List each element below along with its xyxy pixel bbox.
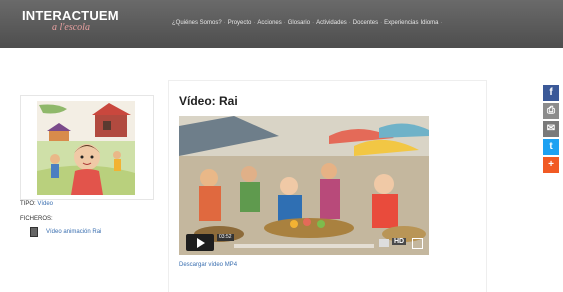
email-icon[interactable]: ✉ — [543, 121, 559, 137]
nav-item-actividades[interactable]: Actividades — [316, 20, 347, 26]
type-label: TIPO: — [20, 201, 36, 207]
video-controls: 03:52 HD — [179, 232, 429, 252]
main-nav: ¿Quiénes Somos? · Proyecto · Acciones · Glo… — [172, 20, 443, 26]
nav-item-acciones[interactable]: Acciones — [257, 20, 281, 26]
type-value-link[interactable]: Vídeo — [37, 201, 53, 207]
nav-item-glosario[interactable]: Glosario — [288, 20, 310, 26]
video-timestamp: 03:52 — [217, 234, 234, 241]
share-bar: f ⎙ ✉ t + — [543, 85, 559, 175]
download-link[interactable]: Descargar vídeo MP4 — [179, 262, 237, 268]
play-icon — [197, 238, 205, 248]
hd-toggle[interactable]: HD — [392, 238, 407, 245]
file-name-link[interactable]: Vídeo animación Rai — [46, 229, 101, 235]
fullscreen-icon[interactable] — [412, 238, 423, 249]
nav-item-docentes[interactable]: Docentes — [353, 20, 378, 26]
plus-icon[interactable]: + — [543, 157, 559, 173]
print-icon[interactable]: ⎙ — [543, 103, 559, 119]
facebook-icon[interactable]: f — [543, 85, 559, 101]
volume-icon[interactable] — [379, 239, 389, 247]
video-thumbnail[interactable] — [37, 101, 135, 195]
logo-main-text: INTERACTUEM — [22, 8, 119, 23]
files-label: FICHEROS: — [20, 216, 53, 222]
video-player[interactable]: 03:52 HD — [179, 116, 429, 255]
type-line: TIPO: Vídeo — [20, 201, 53, 207]
twitter-icon[interactable]: t — [543, 139, 559, 155]
nav-item-quienes-somos[interactable]: ¿Quiénes Somos? — [172, 20, 222, 26]
page-title: Vídeo: Rai — [179, 94, 238, 108]
site-logo[interactable]: INTERACTUEM a l'escola — [22, 9, 119, 33]
nav-item-experiencias[interactable]: Experiencias — [384, 20, 418, 26]
logo-sub-text: a l'escola — [52, 22, 90, 33]
thumbnail-card — [20, 95, 154, 200]
top-bar: INTERACTUEM a l'escola ¿Quiénes Somos? · … — [0, 0, 563, 48]
file-item[interactable]: Vídeo animación Rai — [30, 227, 101, 237]
video-progress-bar[interactable] — [234, 244, 374, 248]
play-button[interactable] — [186, 234, 214, 251]
video-file-icon — [30, 227, 38, 237]
nav-item-idioma[interactable]: Idioma — [421, 20, 439, 26]
nav-item-proyecto[interactable]: Proyecto — [228, 20, 252, 26]
